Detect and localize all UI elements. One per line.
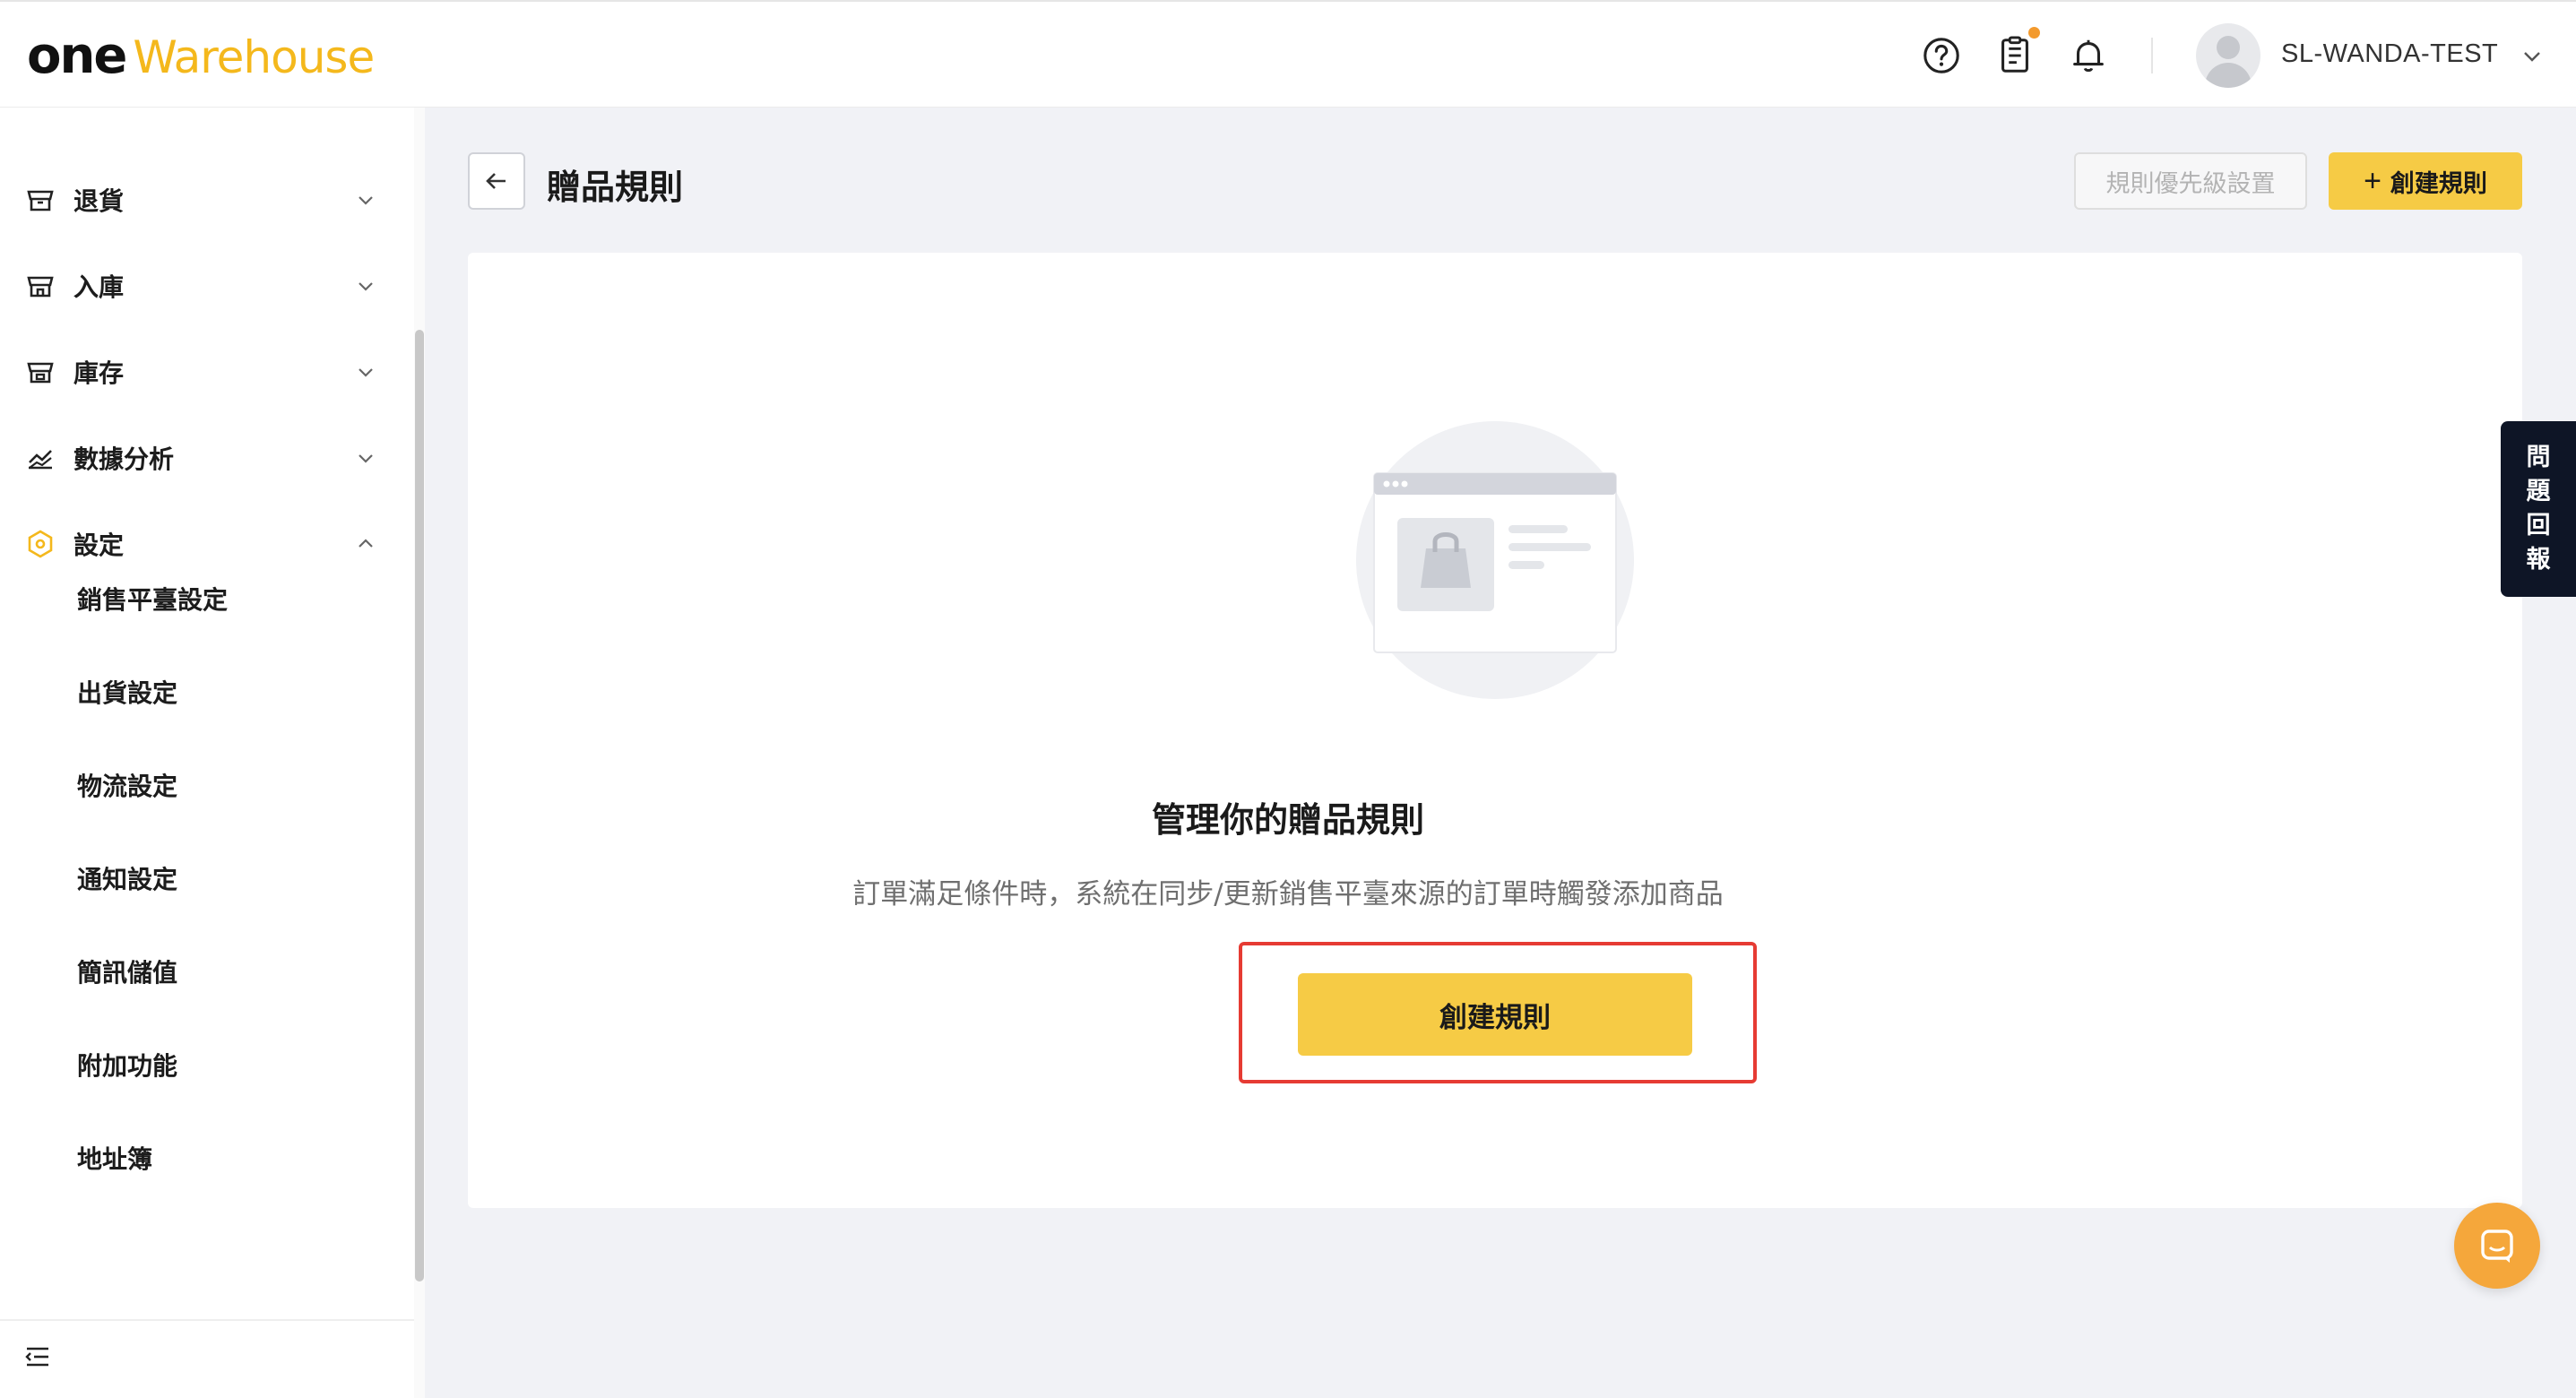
sidebar-subitem-sales-platform[interactable]: 銷售平臺設定 (77, 581, 228, 617)
chevron-up-icon (359, 539, 373, 548)
sidebar-subitem-shipping[interactable]: 出貨設定 (77, 674, 177, 710)
chevron-down-icon (359, 282, 373, 291)
tasks-icon[interactable] (1992, 27, 2040, 79)
feedback-char: 問 (2526, 444, 2551, 471)
page-title: 贈品規則 (547, 168, 684, 207)
sidebar-item-label: 設定 (73, 531, 125, 560)
notification-dot (2028, 27, 2040, 39)
sidebar-subitem-address-book[interactable]: 地址簿 (77, 1140, 152, 1176)
chat-button[interactable] (2454, 1203, 2540, 1289)
logo-warehouse: Warehouse (133, 31, 375, 83)
logo-one: one (27, 27, 127, 85)
feedback-char: 回 (2526, 512, 2551, 539)
username[interactable]: SL-WANDA-TEST (2281, 39, 2498, 69)
sidebar-item-settings[interactable]: 設定 (0, 508, 403, 580)
settings-hex-icon (28, 530, 53, 558)
create-rule-button[interactable]: + 創建規則 (2329, 152, 2522, 210)
priority-settings-button[interactable]: 規則優先級設置 (2074, 152, 2307, 210)
create-rule-label: 創建規則 (2390, 169, 2487, 197)
create-rule-main-button[interactable]: 創建規則 (1298, 973, 1692, 1056)
store-icon (27, 190, 54, 211)
arrow-left-icon (486, 173, 506, 189)
plus-icon: + (2364, 164, 2382, 198)
feedback-tab[interactable]: 問 題 回 報 (2501, 421, 2576, 597)
avatar[interactable] (2196, 23, 2260, 88)
sidebar-item-label: 退貨 (73, 186, 125, 216)
sidebar-footer-divider (0, 1319, 414, 1321)
empty-state-description: 訂單滿足條件時，系統在同步/更新銷售平臺來源的訂單時觸發添加商品 (852, 878, 1724, 910)
chat-icon (2481, 1230, 2513, 1263)
chevron-down-icon (359, 454, 373, 463)
back-button[interactable] (468, 152, 525, 210)
collapse-menu-icon[interactable] (22, 1341, 54, 1373)
store-icon (27, 276, 54, 298)
sidebar-item-label: 數據分析 (73, 444, 175, 474)
store-icon (27, 362, 54, 384)
sidebar-subitem-addons[interactable]: 附加功能 (77, 1047, 177, 1083)
sidebar-item-analytics[interactable]: 數據分析 (0, 422, 403, 494)
logo[interactable]: one Warehouse (27, 27, 375, 85)
empty-state-title: 管理你的贈品規則 (1151, 800, 1424, 840)
chevron-down-icon[interactable] (2519, 43, 2546, 70)
sidebar-item-label: 入庫 (73, 272, 125, 302)
help-icon[interactable] (1918, 32, 1965, 79)
sidebar-item-inbound[interactable]: 入庫 (0, 250, 403, 322)
feedback-char: 題 (2526, 478, 2551, 505)
feedback-char: 報 (2526, 546, 2551, 574)
chevron-down-icon (359, 368, 373, 377)
sidebar-item-returns[interactable]: 退貨 (0, 164, 403, 236)
chevron-down-icon (359, 196, 373, 205)
sidebar-subitem-sms-topup[interactable]: 簡訊儲值 (77, 954, 177, 989)
bell-icon[interactable] (2065, 32, 2112, 79)
chart-icon (29, 450, 52, 470)
empty-state-illustration (1356, 421, 1634, 699)
header-divider (2151, 38, 2153, 73)
top-bar: one Warehouse SL-WANDA-TEST (0, 0, 2576, 108)
sidebar-item-label: 庫存 (73, 358, 125, 388)
sidebar-panel: 退貨 入庫 庫存 數據分析 設定 銷售平臺設定 出貨設定 物流設定 通知設定 簡… (0, 108, 425, 1398)
sidebar-item-inventory[interactable]: 庫存 (0, 336, 403, 408)
